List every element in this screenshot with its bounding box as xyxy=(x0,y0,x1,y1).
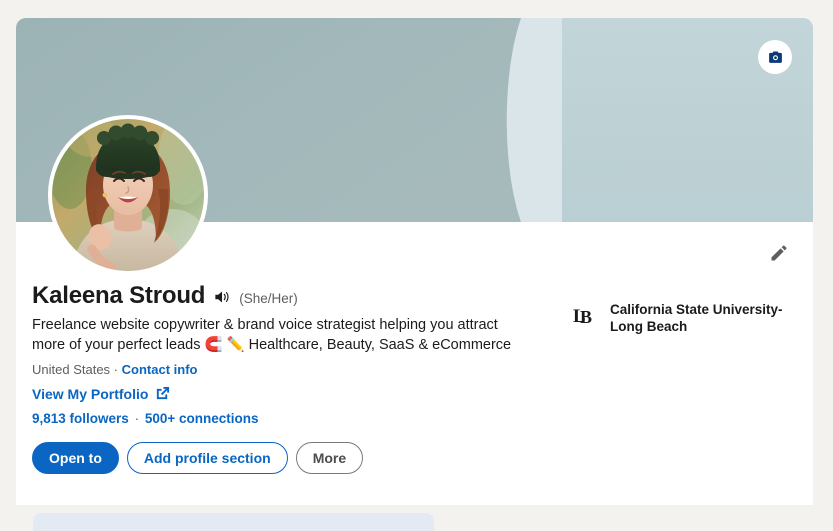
pronouns: (She/Her) xyxy=(239,291,298,306)
svg-text:B: B xyxy=(580,307,592,327)
add-profile-section-button[interactable]: Add profile section xyxy=(126,441,288,474)
contact-info-link[interactable]: Contact info xyxy=(122,362,198,377)
portfolio-row[interactable]: View My Portfolio xyxy=(32,386,552,402)
followers-count[interactable]: 9,813 followers xyxy=(32,411,129,426)
name-pronunciation-button[interactable] xyxy=(213,289,232,305)
education-school-name: California State University-Long Beach xyxy=(610,302,783,334)
profile-actions: Open to Add profile section More xyxy=(32,441,552,474)
avatar[interactable] xyxy=(48,115,208,275)
pencil-icon xyxy=(771,245,787,261)
connections-row: 9,813 followers · 500+ connections xyxy=(32,411,552,426)
external-link-icon[interactable] xyxy=(155,386,170,401)
profile-card: Kaleena Stroud (She/Her) Freelance websi… xyxy=(16,18,813,505)
headline: Freelance website copywriter & brand voi… xyxy=(32,316,512,353)
external-link-glyph xyxy=(157,387,170,400)
connections-separator: · xyxy=(134,410,140,426)
csulb-logo-icon: L B xyxy=(572,302,598,328)
portfolio-link[interactable]: View My Portfolio xyxy=(32,386,148,402)
edit-banner-photo-button[interactable] xyxy=(758,40,792,74)
name-row: Kaleena Stroud (She/Her) xyxy=(32,282,552,311)
next-section-card xyxy=(33,513,434,531)
speaker-icon xyxy=(215,291,229,303)
edit-profile-button[interactable] xyxy=(766,240,792,266)
lb-monogram-icon: L B xyxy=(573,306,592,327)
open-to-button[interactable]: Open to xyxy=(32,441,119,474)
page-title: Kaleena Stroud xyxy=(32,282,206,309)
profile-info: Kaleena Stroud (She/Her) Freelance websi… xyxy=(32,282,552,474)
location-separator: · xyxy=(113,361,119,377)
camera-icon xyxy=(768,50,782,63)
education-entry[interactable]: L B California State University-Long Bea… xyxy=(572,301,802,335)
location-text: United States xyxy=(32,361,111,377)
profile-photo xyxy=(52,119,204,271)
location-row: United States · Contact info xyxy=(32,362,552,377)
more-button[interactable]: More xyxy=(295,441,364,474)
connections-count[interactable]: 500+ connections xyxy=(145,411,259,426)
